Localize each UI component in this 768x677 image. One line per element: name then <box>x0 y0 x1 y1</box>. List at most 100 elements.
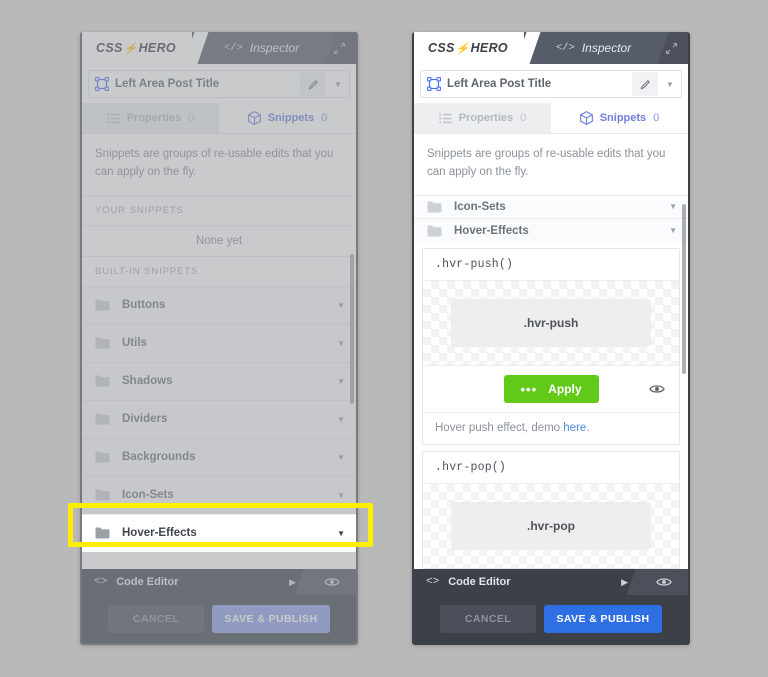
snippet-preview-label: .hvr-push <box>451 299 651 347</box>
panel-footer-right: CANCEL SAVE & PUBLISH <box>414 595 688 643</box>
builtin-snippets-heading: BUILT-IN SNIPPETS <box>82 255 356 286</box>
snippets-panel-after: CSS⚡HERO </> Inspector Left Area Post Ti… <box>412 32 690 645</box>
snippets-intro-text: Snippets are groups of re-usable edits t… <box>427 148 666 178</box>
cube-icon <box>579 111 593 125</box>
list-icon <box>106 112 120 124</box>
chevron-down-icon[interactable]: ▼ <box>659 80 681 89</box>
preview-eye-button[interactable] <box>308 569 356 595</box>
snippet-actions: ••• Apply <box>423 365 679 412</box>
snippet-demo-link[interactable]: here <box>563 422 586 434</box>
folder-label: Icon-Sets <box>122 489 174 502</box>
folder-icon <box>427 225 442 237</box>
snippet-description-suffix: . <box>586 422 590 434</box>
panel-frame-right: CSS⚡HERO </> Inspector Left Area Post Ti… <box>412 32 690 645</box>
tab-inspector-left[interactable]: </> Inspector <box>197 32 322 64</box>
cancel-button[interactable]: CANCEL <box>108 605 204 633</box>
folder-row-backgrounds[interactable]: Backgrounds ▼ <box>82 437 356 476</box>
snippets-body-right: Snippets are groups of re-usable edits t… <box>414 134 688 569</box>
panel-tabs-left: Properties 0 Snippets 0 <box>82 103 356 134</box>
code-editor-label: Code Editor <box>448 576 511 588</box>
chevron-down-icon[interactable]: ▼ <box>327 80 349 89</box>
folder-row-hover-effects[interactable]: Hover-Effects ▼ <box>414 218 688 242</box>
selector-field-left[interactable]: Left Area Post Title ▼ <box>88 70 350 98</box>
tab-properties[interactable]: Properties 0 <box>414 103 551 133</box>
code-editor-bar-right[interactable]: <> Code Editor ▶ <box>414 569 688 595</box>
cube-icon <box>247 111 261 125</box>
selector-bar-left: Left Area Post Title ▼ <box>82 64 356 103</box>
save-publish-button[interactable]: SAVE & PUBLISH <box>544 605 662 633</box>
folder-label: Buttons <box>122 299 166 312</box>
highlight-annotation-box <box>68 503 373 547</box>
app-logo-right: CSS⚡HERO <box>428 41 508 55</box>
tab-snippets-label: Snippets <box>267 112 315 124</box>
chevron-down-icon[interactable]: ▼ <box>337 415 345 424</box>
tab-snippets-label: Snippets <box>599 112 647 124</box>
preview-eye-button[interactable] <box>640 569 688 595</box>
tab-inspector-right[interactable]: </> Inspector <box>529 32 654 64</box>
tab-properties-label: Properties <box>458 112 514 124</box>
snippet-description: Hover push effect, demo here. <box>423 412 679 444</box>
folder-label: Utils <box>122 337 147 350</box>
selection-box-icon <box>89 77 115 91</box>
tab-snippets[interactable]: Snippets 0 <box>551 103 688 133</box>
chevron-down-icon[interactable]: ▼ <box>669 226 677 235</box>
tab-properties[interactable]: Properties 0 <box>82 103 219 133</box>
scrollbar-thumb[interactable] <box>350 254 354 404</box>
tab-snippets[interactable]: Snippets 0 <box>219 103 356 133</box>
tab-snippets-count: 0 <box>321 112 328 124</box>
tab-inspector-label: Inspector <box>581 41 632 55</box>
save-publish-button[interactable]: SAVE & PUBLISH <box>212 605 330 633</box>
snippet-card-hvr-pop: .hvr-pop() .hvr-pop <box>422 451 680 569</box>
more-options-dots[interactable]: ••• <box>521 383 538 396</box>
chevron-down-icon[interactable]: ▼ <box>337 377 345 386</box>
snippet-preview: .hvr-push <box>423 281 679 365</box>
selected-element-title: Left Area Post Title <box>447 78 552 90</box>
folder-label: Backgrounds <box>122 451 196 464</box>
folder-row-utils[interactable]: Utils ▼ <box>82 323 356 362</box>
folder-row-dividers[interactable]: Dividers ▼ <box>82 399 356 438</box>
folder-label: Icon-Sets <box>454 200 506 213</box>
folder-row-shadows[interactable]: Shadows ▼ <box>82 361 356 400</box>
pencil-icon[interactable] <box>300 72 326 96</box>
folder-icon <box>95 413 110 425</box>
folder-icon <box>95 299 110 311</box>
your-snippets-heading: YOUR SNIPPETS <box>82 194 356 225</box>
chevron-down-icon[interactable]: ▼ <box>669 202 677 211</box>
code-editor-bar-left[interactable]: <> Code Editor ▶ <box>82 569 356 595</box>
cancel-button[interactable]: CANCEL <box>440 605 536 633</box>
apply-button-label: Apply <box>548 382 582 396</box>
chevron-down-icon[interactable]: ▼ <box>337 453 345 462</box>
folder-row-icon-sets[interactable]: Icon-Sets ▼ <box>414 194 688 219</box>
folder-icon <box>427 201 442 213</box>
panel-frame-left: CSS⚡HERO </> Inspector Left Area Post Ti… <box>80 32 358 645</box>
folder-label: Dividers <box>122 413 168 426</box>
selected-element-title: Left Area Post Title <box>115 78 220 90</box>
code-editor-label: Code Editor <box>116 576 179 588</box>
app-logo-tab-right[interactable]: CSS⚡HERO <box>414 32 524 64</box>
snippets-panel-before: CSS⚡HERO </> Inspector Left Area Post Ti… <box>80 32 358 645</box>
eye-icon[interactable] <box>649 384 665 394</box>
apply-button[interactable]: ••• Apply <box>503 375 599 403</box>
chevron-down-icon[interactable]: ▼ <box>337 301 345 310</box>
code-brackets-icon: </> <box>223 42 243 54</box>
chevron-down-icon[interactable]: ▼ <box>337 339 345 348</box>
snippet-description-prefix: Hover push effect, demo <box>435 422 564 434</box>
folder-icon <box>95 337 110 349</box>
app-logo-left: CSS⚡HERO <box>96 41 176 55</box>
snippet-name: .hvr-pop() <box>423 452 679 484</box>
code-brackets-icon: </> <box>555 42 575 54</box>
tab-properties-count: 0 <box>520 112 527 124</box>
selector-bar-right: Left Area Post Title ▼ <box>414 64 688 103</box>
folder-icon <box>95 489 110 501</box>
chevron-down-icon[interactable]: ▼ <box>337 491 345 500</box>
app-logo-tab-left[interactable]: CSS⚡HERO <box>82 32 192 64</box>
panel-tabs-right: Properties 0 Snippets 0 <box>414 103 688 134</box>
scrollbar-thumb[interactable] <box>682 204 686 374</box>
pencil-icon[interactable] <box>632 72 658 96</box>
list-icon <box>438 112 452 124</box>
snippet-name: .hvr-push() <box>423 249 679 281</box>
folder-row-buttons[interactable]: Buttons ▼ <box>82 285 356 324</box>
selector-field-right[interactable]: Left Area Post Title ▼ <box>420 70 682 98</box>
folder-icon <box>95 451 110 463</box>
folder-icon <box>95 375 110 387</box>
